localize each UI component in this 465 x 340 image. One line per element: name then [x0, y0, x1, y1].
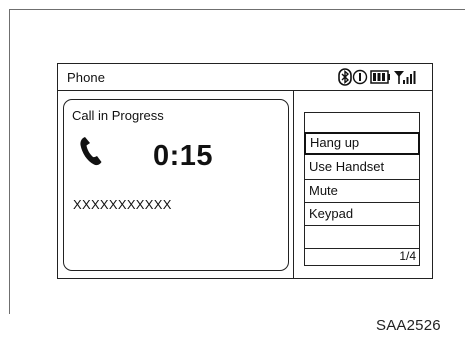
mute-button[interactable]: Mute: [305, 179, 419, 202]
phone-handset-icon: [79, 136, 103, 171]
caller-number: XXXXXXXXXXX: [73, 197, 172, 212]
phone-screen: Phone Call in Progress 0:15 XXXXXXXXXXX …: [57, 63, 433, 279]
options-menu: Hang up Use Handset Mute Keypad 1/4: [304, 112, 420, 266]
bluetooth-icon: [338, 68, 352, 86]
menu-footer: 1/4: [305, 248, 419, 265]
battery-icon: [370, 70, 390, 84]
page-indicator: 1/4: [399, 249, 416, 263]
figure-code: SAA2526: [376, 317, 441, 334]
keypad-button[interactable]: Keypad: [305, 202, 419, 225]
signal-icon: [394, 71, 416, 84]
call-duration: 0:15: [153, 140, 214, 172]
info-icon: [352, 69, 368, 85]
menu-item-empty-bottom: [305, 225, 419, 248]
status-icons: [338, 68, 426, 86]
hang-up-button[interactable]: Hang up: [304, 132, 420, 155]
title-bar: Phone: [58, 64, 432, 91]
use-handset-button[interactable]: Use Handset: [305, 156, 419, 179]
call-status-text: Call in Progress: [72, 108, 164, 123]
options-column: Hang up Use Handset Mute Keypad 1/4: [293, 91, 432, 278]
screen-title: Phone: [67, 70, 106, 85]
call-info-panel: Call in Progress 0:15 XXXXXXXXXXX: [63, 99, 289, 271]
